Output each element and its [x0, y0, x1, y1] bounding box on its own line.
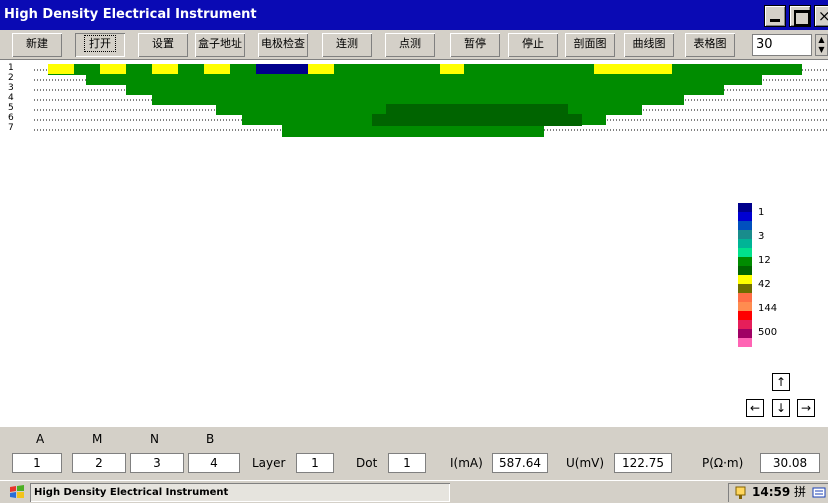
legend-swatch — [738, 284, 752, 294]
electrode-a-label: A — [36, 432, 45, 446]
legend-swatch — [738, 257, 752, 267]
new-button[interactable]: 新建 — [12, 33, 62, 57]
legend-swatch — [738, 248, 752, 258]
toolbar: 新建 打开 设置 盒子地址 电极检查 连测 点测 暂停 停止 剖面图 曲线图 表… — [0, 30, 828, 60]
spin-down-icon[interactable]: ▼ — [816, 45, 827, 55]
legend-label: 12 — [758, 255, 771, 266]
electrode-m-field[interactable]: 2 — [72, 453, 126, 473]
layer-label: Layer — [252, 456, 286, 470]
window-title: High Density Electrical Instrument — [4, 7, 257, 22]
current-field[interactable]: 587.64 — [492, 453, 548, 473]
dot-field[interactable]: 1 — [388, 453, 426, 473]
system-tray: 14:59 拼 — [728, 483, 828, 502]
settings-button[interactable]: 设置 — [138, 33, 188, 57]
legend-swatch — [738, 329, 752, 339]
stop-button[interactable]: 停止 — [508, 33, 558, 57]
electrode-m-label: M — [92, 432, 103, 446]
dot-label: Dot — [356, 456, 378, 470]
legend-swatch — [738, 302, 752, 312]
continuous-measure-button[interactable]: 连测 — [322, 33, 372, 57]
electrode-b-field[interactable]: 4 — [188, 453, 240, 473]
legend-swatch — [738, 275, 752, 285]
point-measure-button[interactable]: 点测 — [385, 33, 435, 57]
legend-swatch — [738, 266, 752, 276]
legend-swatch — [738, 293, 752, 303]
open-button[interactable]: 打开 — [75, 33, 125, 57]
dark-green-zone — [372, 104, 582, 126]
resistivity-section: 1 2 3 4 5 6 7 1 3 12 42 144 500 ↑ ← ↓ → — [0, 61, 828, 427]
taskbar: High Density Electrical Instrument 14:59… — [0, 480, 828, 503]
legend-label: 3 — [758, 231, 765, 242]
input-method[interactable]: 拼 — [794, 483, 806, 502]
taskbar-app-item[interactable]: High Density Electrical Instrument — [30, 483, 450, 502]
electrode-check-button[interactable]: 电极检查 — [258, 33, 308, 57]
legend-swatch — [738, 239, 752, 249]
legend-color-bar — [738, 203, 752, 347]
network-icon[interactable] — [734, 485, 748, 500]
section-view-button[interactable]: 剖面图 — [565, 33, 615, 57]
legend-swatch — [738, 221, 752, 231]
legend-swatch — [738, 320, 752, 330]
layer-field[interactable]: 1 — [296, 453, 334, 473]
title-bar: High Density Electrical Instrument × — [0, 0, 828, 30]
zoom-input[interactable]: 30 — [752, 34, 812, 56]
arrow-left-icon: ← — [749, 401, 761, 415]
maximize-button[interactable] — [789, 5, 811, 27]
scroll-up-button[interactable]: ↑ — [772, 373, 790, 391]
zoom-spinner[interactable]: ▲ ▼ — [815, 34, 828, 56]
minimize-button[interactable] — [764, 5, 786, 27]
close-icon: × — [818, 7, 828, 25]
legend-label: 144 — [758, 303, 778, 314]
resistivity-field[interactable]: 30.08 — [760, 453, 820, 473]
arrow-right-icon: → — [800, 401, 812, 415]
spin-up-icon[interactable]: ▲ — [816, 35, 827, 45]
arrow-up-icon: ↑ — [775, 375, 787, 389]
scroll-right-button[interactable]: → — [797, 399, 815, 417]
box-address-button[interactable]: 盒子地址 — [195, 33, 245, 57]
voltage-field[interactable]: 122.75 — [614, 453, 672, 473]
pause-button[interactable]: 暂停 — [450, 33, 500, 57]
resistivity-label: P(Ω·m) — [702, 456, 744, 470]
clock[interactable]: 14:59 — [752, 483, 790, 502]
legend-label: 500 — [758, 327, 778, 338]
electrode-a-field[interactable]: 1 — [12, 453, 62, 473]
measurement-panel: A M N B 1 2 3 4 Layer 1 Dot 1 I(mA) 587.… — [0, 427, 828, 480]
electrode-b-label: B — [206, 432, 215, 446]
table-view-button[interactable]: 表格图 — [685, 33, 735, 57]
close-button[interactable]: × — [814, 5, 828, 27]
current-label: I(mA) — [450, 456, 483, 470]
scroll-down-button[interactable]: ↓ — [772, 399, 790, 417]
legend-label: 1 — [758, 207, 765, 218]
navy-zone — [256, 64, 308, 74]
legend-swatch — [738, 212, 752, 222]
legend-swatch — [738, 230, 752, 240]
electrode-n-label: N — [150, 432, 159, 446]
scroll-left-button[interactable]: ← — [746, 399, 764, 417]
start-windows-icon[interactable] — [8, 484, 26, 500]
arrow-down-icon: ↓ — [775, 401, 787, 415]
app-window: High Density Electrical Instrument × 新建 … — [0, 0, 828, 503]
pseudosection-graphic — [34, 64, 828, 137]
keyboard-icon[interactable] — [812, 485, 826, 500]
electrode-n-field[interactable]: 3 — [130, 453, 184, 473]
legend-swatch — [738, 203, 752, 213]
legend-swatch — [738, 338, 752, 347]
legend-label: 42 — [758, 279, 771, 290]
legend-swatch — [738, 311, 752, 321]
curve-view-button[interactable]: 曲线图 — [624, 33, 674, 57]
voltage-label: U(mV) — [566, 456, 605, 470]
